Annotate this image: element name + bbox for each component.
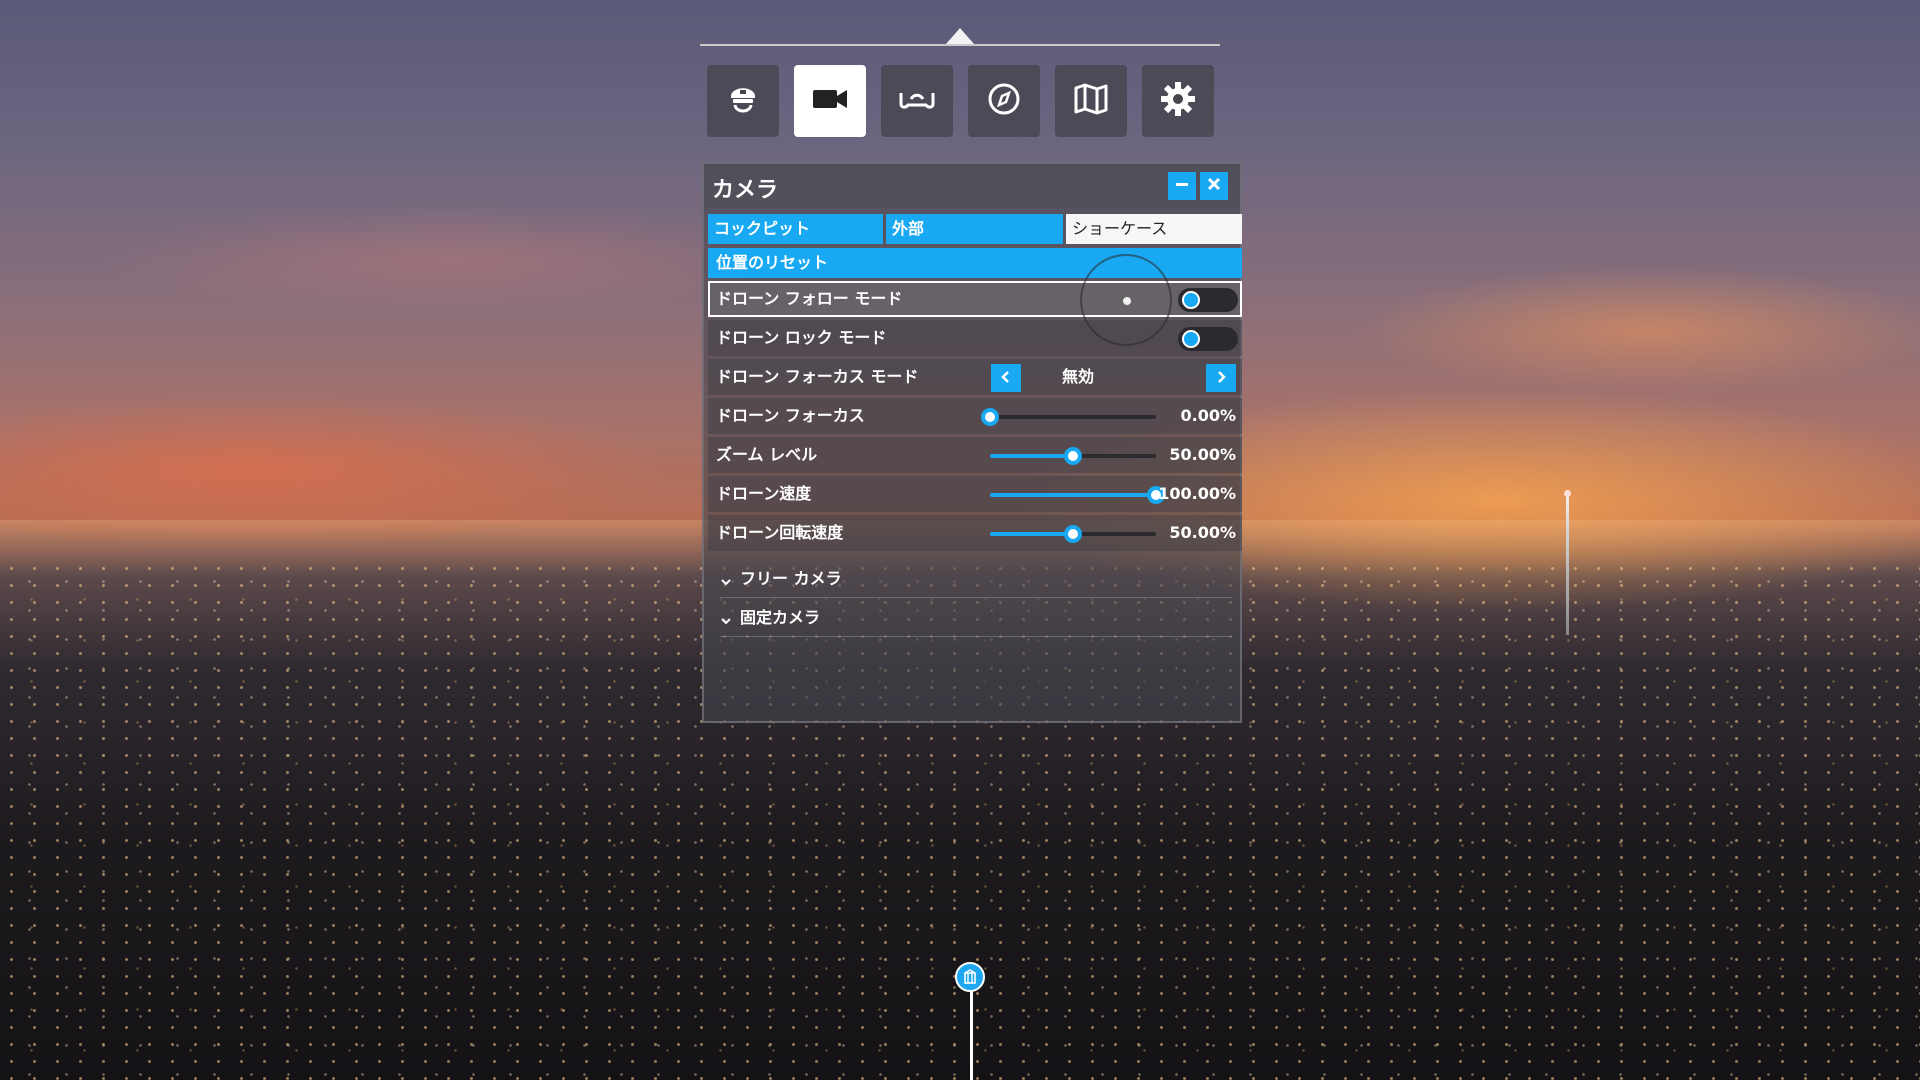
drone-focus-label: ドローン フォーカス	[716, 406, 865, 425]
minimize-button[interactable]	[1168, 172, 1196, 200]
camera-button[interactable]	[794, 65, 866, 137]
pilot-button[interactable]	[707, 65, 779, 137]
drone-speed-label: ドローン速度	[716, 484, 812, 503]
drone-rotation-speed-row: ドローン回転速度 50.00%	[708, 515, 1242, 551]
slider-fill	[990, 532, 1073, 536]
drone-speed-row: ドローン速度 100.00%	[708, 476, 1242, 512]
drone-lock-mode-toggle[interactable]	[1178, 327, 1238, 351]
focus-mode-next-button[interactable]	[1206, 364, 1236, 392]
toolbar	[707, 65, 1214, 137]
tv-tower	[1566, 495, 1569, 635]
drone-follow-mode-toggle[interactable]	[1178, 288, 1238, 312]
tab-external[interactable]: 外部	[886, 214, 1063, 244]
navigation-button[interactable]	[968, 65, 1040, 137]
toggle-knob	[1182, 330, 1200, 348]
camera-icon	[809, 78, 851, 124]
poi-marker-line	[970, 990, 973, 1080]
map-button[interactable]	[1055, 65, 1127, 137]
tower-light	[1564, 490, 1571, 497]
yoke-icon	[896, 78, 938, 124]
tab-cockpit[interactable]: コックピット	[708, 214, 883, 244]
pilot-cap-icon	[722, 78, 764, 124]
zoom-level-label: ズーム レベル	[716, 445, 818, 464]
toolbar-divider	[700, 44, 1220, 46]
drone-speed-value: 100.00%	[1158, 484, 1236, 503]
poi-marker-icon[interactable]	[955, 962, 985, 992]
controls-button[interactable]	[881, 65, 953, 137]
slider-fill	[990, 454, 1073, 458]
minimize-icon	[1174, 176, 1190, 196]
panel-title: カメラ	[712, 178, 779, 203]
section-fixed-camera[interactable]: 固定カメラ	[720, 600, 1232, 637]
section-label: フリー カメラ	[740, 569, 842, 588]
gear-icon	[1157, 78, 1199, 124]
drone-focus-slider[interactable]	[981, 408, 1156, 426]
zoom-level-row: ズーム レベル 50.00%	[708, 437, 1242, 473]
zoom-level-slider[interactable]	[990, 447, 1156, 465]
drone-focus-mode-row[interactable]: ドローン フォーカス モード 無効	[708, 359, 1242, 395]
panel-header: カメラ	[704, 164, 1240, 208]
map-icon	[1070, 78, 1112, 124]
slider-handle[interactable]	[1064, 447, 1082, 465]
chevron-down-icon	[720, 612, 732, 625]
tab-showcase[interactable]: ショーケース	[1066, 214, 1242, 244]
chevron-down-icon	[720, 573, 732, 586]
settings-button[interactable]	[1142, 65, 1214, 137]
drone-rotation-speed-slider[interactable]	[990, 525, 1156, 543]
drone-focus-mode-label: ドローン フォーカス モード	[716, 367, 919, 386]
drone-rotation-speed-value: 50.00%	[1169, 523, 1236, 542]
close-button[interactable]	[1200, 172, 1228, 200]
toolbar-caret-icon	[946, 28, 974, 44]
camera-panel: カメラ コックピット 外部 ショーケース 位置のリセット ドローン フォロー モ…	[702, 162, 1242, 723]
drone-speed-slider[interactable]	[990, 486, 1165, 504]
drone-focus-row: ドローン フォーカス 0.00%	[708, 398, 1242, 434]
toggle-knob	[1182, 291, 1200, 309]
chevron-right-icon	[1214, 369, 1228, 388]
slider-fill	[990, 493, 1156, 497]
mouse-cursor	[1122, 296, 1132, 306]
drone-focus-value: 0.00%	[1180, 406, 1236, 425]
drone-focus-mode-value: 無効	[1061, 367, 1094, 386]
drone-follow-mode-label: ドローン フォロー モード	[716, 289, 903, 308]
compass-icon	[983, 78, 1025, 124]
camera-tabs: コックピット 外部 ショーケース	[708, 214, 1242, 244]
section-free-camera[interactable]: フリー カメラ	[720, 561, 1232, 598]
zoom-level-value: 50.00%	[1169, 445, 1236, 464]
drone-rotation-speed-label: ドローン回転速度	[716, 523, 844, 542]
section-label: 固定カメラ	[740, 608, 821, 627]
close-icon	[1206, 176, 1222, 196]
drone-lock-mode-label: ドローン ロック モード	[716, 328, 887, 347]
slider-handle[interactable]	[1064, 525, 1082, 543]
slider-handle[interactable]	[981, 408, 999, 426]
